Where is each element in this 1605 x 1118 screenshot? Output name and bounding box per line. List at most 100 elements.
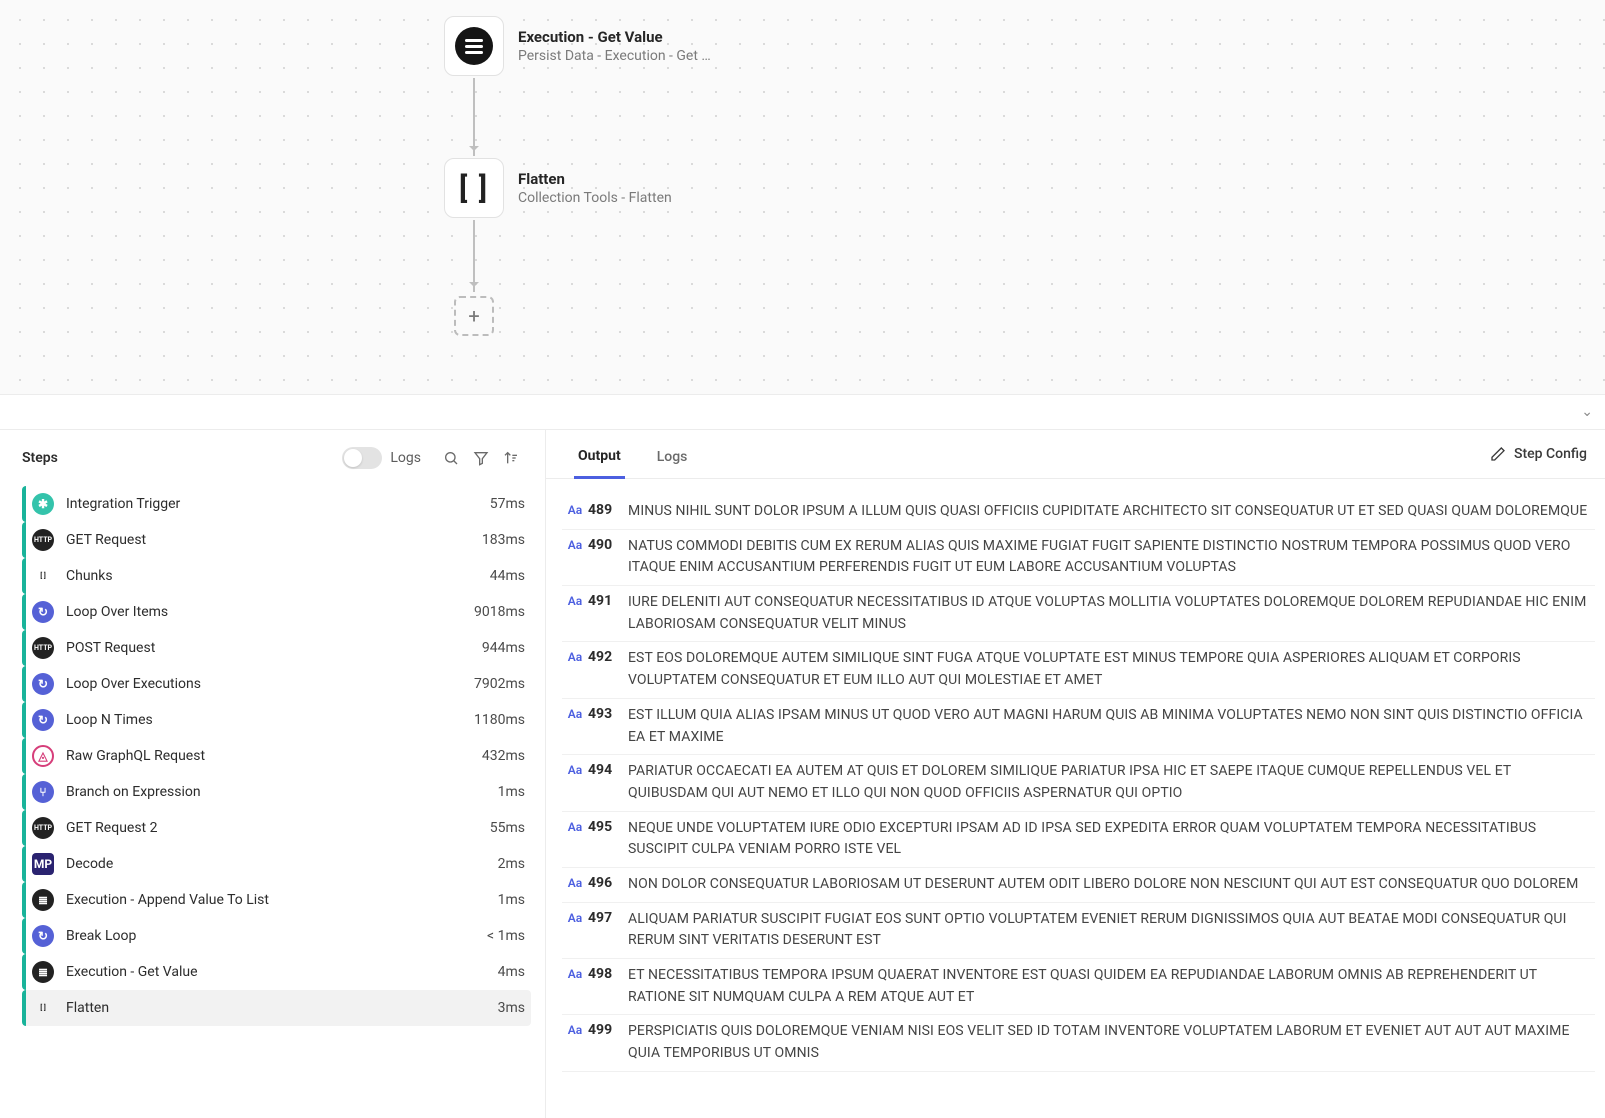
node-box[interactable] <box>444 16 504 76</box>
step-name: Chunks <box>66 568 490 584</box>
output-row[interactable]: Aa496NON DOLOR CONSEQUATUR LABORIOSAM UT… <box>562 868 1595 903</box>
output-list[interactable]: Aa489MINUS NIHIL SUNT DOLOR IPSUM A ILLU… <box>546 479 1605 1118</box>
step-name: POST Request <box>66 640 482 656</box>
add-node-button[interactable]: + <box>454 296 494 336</box>
step-row[interactable]: ↻ Loop N Times1180ms <box>22 702 531 738</box>
step-row[interactable]: HTTPPOST Request944ms <box>22 630 531 666</box>
output-text: NON DOLOR CONSEQUATUR LABORIOSAM UT DESE… <box>628 874 1595 896</box>
step-icon: ↻ <box>32 709 54 731</box>
output-row[interactable]: Aa498ET NECESSITATIBUS TEMPORA IPSUM QUA… <box>562 959 1595 1015</box>
step-icon: ↻ <box>32 601 54 623</box>
step-time: 44ms <box>490 568 525 584</box>
output-row[interactable]: Aa491IURE DELENITI AUT CONSEQUATUR NECES… <box>562 586 1595 642</box>
logs-toggle[interactable] <box>342 447 382 469</box>
step-row[interactable]: ⑂Branch on Expression1ms <box>22 774 531 810</box>
output-row[interactable]: Aa494PARIATUR OCCAECATI EA AUTEM AT QUIS… <box>562 755 1595 811</box>
step-time: 7902ms <box>474 676 525 692</box>
step-row[interactable]: MPDecode2ms <box>22 846 531 882</box>
output-row[interactable]: Aa499PERSPICIATIS QUIS DOLOREMQUE VENIAM… <box>562 1015 1595 1071</box>
output-index: 492 <box>588 648 628 665</box>
tab-logs[interactable]: Logs <box>653 441 692 477</box>
string-type-icon: Aa <box>562 909 588 925</box>
output-row[interactable]: Aa497ALIQUAM PARIATUR SUSCIPIT FUGIAT EO… <box>562 903 1595 959</box>
step-row[interactable]: ✱Integration Trigger57ms <box>22 486 531 522</box>
output-index: 493 <box>588 705 628 722</box>
step-time: 432ms <box>482 748 525 764</box>
connector <box>473 220 475 292</box>
step-row[interactable]: ↻Loop Over Executions7902ms <box>22 666 531 702</box>
filter-icon[interactable] <box>467 444 495 472</box>
node-flatten[interactable]: [ ] Flatten Collection Tools - Flatten <box>444 158 672 218</box>
output-index: 494 <box>588 761 628 778</box>
output-index: 495 <box>588 818 628 835</box>
output-text: ALIQUAM PARIATUR SUSCIPIT FUGIAT EOS SUN… <box>628 909 1595 952</box>
step-row[interactable]: ◬ Raw GraphQL Request432ms <box>22 738 531 774</box>
output-row[interactable]: Aa490NATUS COMMODI DEBITIS CUM EX RERUM … <box>562 530 1595 586</box>
output-index: 496 <box>588 874 628 891</box>
step-icon: MP <box>32 853 54 875</box>
step-icon: HTTP <box>32 637 54 659</box>
step-row[interactable]: ↻Loop Over Items9018ms <box>22 594 531 630</box>
flow-canvas[interactable]: Execution - Get Value Persist Data - Exe… <box>0 0 1605 394</box>
node-subtitle: Persist Data - Execution - Get … <box>518 48 711 64</box>
search-icon[interactable] <box>437 444 465 472</box>
string-type-icon: Aa <box>562 705 588 721</box>
sort-icon[interactable] <box>497 444 525 472</box>
output-index: 497 <box>588 909 628 926</box>
step-name: Branch on Expression <box>66 784 498 800</box>
string-type-icon: Aa <box>562 965 588 981</box>
step-config-button[interactable]: Step Config <box>1490 446 1587 472</box>
step-name: Execution - Append Value To List <box>66 892 498 908</box>
step-row[interactable]: HTTPGET Request 255ms <box>22 810 531 846</box>
output-row[interactable]: Aa493EST ILLUM QUIA ALIAS IPSAM MINUS UT… <box>562 699 1595 755</box>
step-time: 1ms <box>498 784 525 800</box>
connector <box>473 78 475 156</box>
output-text: EST EOS DOLOREMQUE AUTEM SIMILIQUE SINT … <box>628 648 1595 691</box>
step-row[interactable]: HTTPGET Request183ms <box>22 522 531 558</box>
step-icon: [ ] <box>32 997 54 1019</box>
chevron-down-icon[interactable]: ⌄ <box>1581 404 1593 420</box>
step-time: 1180ms <box>474 712 525 728</box>
step-name: Loop Over Items <box>66 604 474 620</box>
step-icon: ↻ <box>32 673 54 695</box>
plus-icon: + <box>468 304 479 328</box>
panel-collapse-strip[interactable]: ⌄ <box>0 394 1605 430</box>
steps-list[interactable]: ✱Integration Trigger57msHTTPGET Request1… <box>0 486 545 1118</box>
string-type-icon: Aa <box>562 1021 588 1037</box>
step-row[interactable]: ↻Break Loop< 1ms <box>22 918 531 954</box>
pencil-icon <box>1490 446 1506 462</box>
tab-output[interactable]: Output <box>574 440 625 479</box>
output-text: NEQUE UNDE VOLUPTATEM IURE ODIO EXCEPTUR… <box>628 818 1595 861</box>
step-row[interactable]: [ ] Chunks44ms <box>22 558 531 594</box>
output-row[interactable]: Aa489MINUS NIHIL SUNT DOLOR IPSUM A ILLU… <box>562 495 1595 530</box>
step-name: Raw GraphQL Request <box>66 748 482 764</box>
step-row[interactable]: [ ]Flatten3ms <box>22 990 531 1026</box>
step-name: Break Loop <box>66 928 487 944</box>
node-box[interactable]: [ ] <box>444 158 504 218</box>
step-row[interactable]: ≣Execution - Append Value To List1ms <box>22 882 531 918</box>
output-text: ET NECESSITATIBUS TEMPORA IPSUM QUAERAT … <box>628 965 1595 1008</box>
step-row[interactable]: ≣Execution - Get Value4ms <box>22 954 531 990</box>
output-text: PARIATUR OCCAECATI EA AUTEM AT QUIS ET D… <box>628 761 1595 804</box>
node-subtitle: Collection Tools - Flatten <box>518 190 672 206</box>
string-type-icon: Aa <box>562 818 588 834</box>
output-text: PERSPICIATIS QUIS DOLOREMQUE VENIAM NISI… <box>628 1021 1595 1064</box>
step-icon: ◬ <box>32 745 54 767</box>
step-icon: [ ] <box>32 565 54 587</box>
string-type-icon: Aa <box>562 501 588 517</box>
step-name: Loop N Times <box>66 712 474 728</box>
step-icon: HTTP <box>32 529 54 551</box>
step-icon: ✱ <box>32 493 54 515</box>
output-text: MINUS NIHIL SUNT DOLOR IPSUM A ILLUM QUI… <box>628 501 1595 523</box>
steps-panel: Steps Logs ✱Integration Trigger57msHTTPG… <box>0 430 546 1118</box>
step-time: 4ms <box>498 964 525 980</box>
step-config-label: Step Config <box>1514 446 1587 462</box>
steps-title: Steps <box>22 450 342 466</box>
step-time: 55ms <box>490 820 525 836</box>
output-row[interactable]: Aa495NEQUE UNDE VOLUPTATEM IURE ODIO EXC… <box>562 812 1595 868</box>
output-index: 498 <box>588 965 628 982</box>
string-type-icon: Aa <box>562 761 588 777</box>
node-execution-get-value[interactable]: Execution - Get Value Persist Data - Exe… <box>444 16 711 76</box>
output-row[interactable]: Aa492EST EOS DOLOREMQUE AUTEM SIMILIQUE … <box>562 642 1595 698</box>
brackets-icon: [ ] <box>459 171 489 206</box>
